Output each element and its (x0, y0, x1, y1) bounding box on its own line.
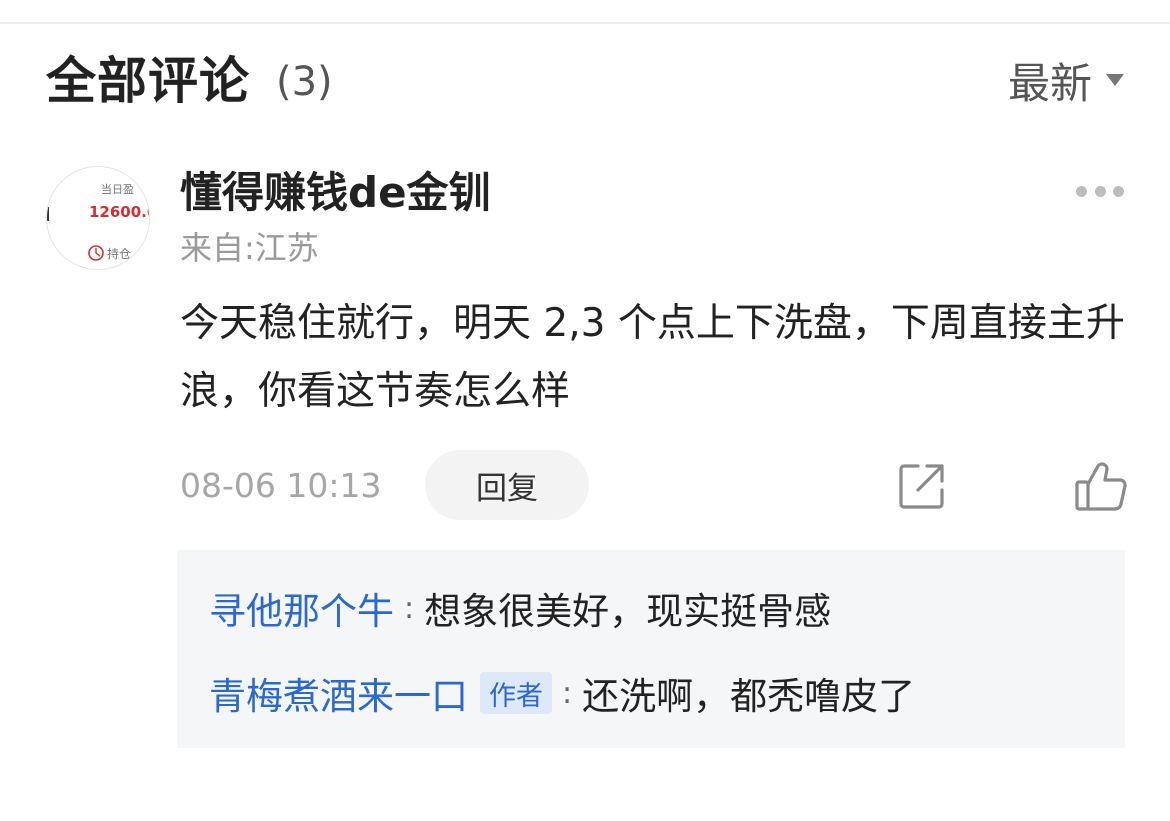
sort-button[interactable]: 最新 (1008, 52, 1124, 108)
reply-text: 想象很美好，现实挺骨感 (424, 590, 832, 633)
comment-timestamp: 08-06 10:13 (180, 466, 382, 505)
reply-user[interactable]: 寻他那个牛 (209, 581, 394, 635)
reply-item: 青梅煮酒来一口 作者 : 还洗啊，都秃噜皮了 (209, 663, 915, 723)
author-badge: 作者 (480, 672, 552, 714)
replies-panel: 寻他那个牛 : 想象很美好，现实挺骨感 青梅煮酒来一口 作者 : 还洗啊，都秃噜… (177, 550, 1125, 748)
share-icon[interactable] (896, 460, 948, 512)
avatar-label-bottom: 持仓 (107, 246, 131, 261)
more-dots-icon[interactable] (1076, 182, 1124, 200)
reply-separator: : (562, 675, 573, 711)
avatar[interactable]: 当日盈 12600.0 持仓 (46, 166, 150, 270)
reply-user[interactable]: 青梅煮酒来一口 (209, 666, 468, 720)
reply-button[interactable]: 回复 (425, 450, 589, 520)
comment-location: 来自:江苏 (180, 229, 319, 267)
comments-count: (3) (276, 59, 333, 105)
reply-item: 寻他那个牛 : 想象很美好，现实挺骨感 (209, 578, 831, 638)
reply-separator: : (404, 590, 415, 626)
comments-title: 全部评论 (46, 52, 250, 110)
top-divider (0, 22, 1170, 24)
reply-text: 还洗啊，都秃噜皮了 (582, 675, 916, 718)
comment-user-name[interactable]: 懂得赚钱de金钏 (180, 166, 491, 220)
avatar-amount: 12600.0 (89, 203, 150, 221)
sort-label: 最新 (1007, 58, 1092, 108)
comment-text: 今天稳住就行，明天 2,3 个点上下洗盘，下周直接主升浪，你看这节奏怎么样 (180, 301, 1125, 414)
avatar-label-top: 当日盈 (101, 182, 134, 196)
comments-header: 全部评论 (3) 最新 (46, 50, 1124, 112)
caret-down-icon (1106, 74, 1124, 86)
comment-actions: 08-06 10:13 回复 (180, 448, 1128, 522)
thumbs-up-icon[interactable] (1074, 460, 1128, 514)
